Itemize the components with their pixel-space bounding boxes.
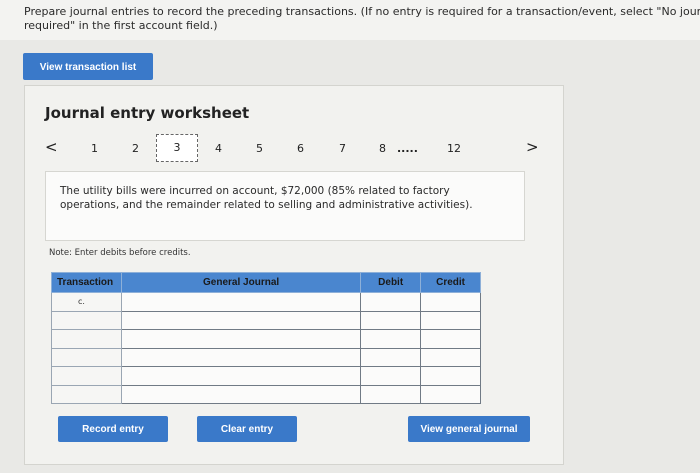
description-line-2: operations, and the remainder related to…	[60, 199, 473, 211]
table-row	[51, 329, 481, 349]
credit-input[interactable]	[420, 329, 481, 349]
credit-input[interactable]	[420, 366, 481, 386]
step-pager: < 1 2 3 4 5 6 7 8 ..... 12 >	[25, 134, 565, 164]
step-2[interactable]: 2	[132, 142, 139, 155]
table-row	[51, 310, 481, 330]
view-general-journal-button[interactable]: View general journal	[408, 416, 530, 442]
step-12[interactable]: 12	[447, 142, 461, 155]
account-input[interactable]	[120, 292, 362, 312]
table-row	[51, 366, 481, 386]
worksheet-title: Journal entry worksheet	[45, 104, 250, 122]
debit-input[interactable]	[360, 292, 422, 312]
table-row	[51, 384, 481, 404]
account-input[interactable]	[120, 384, 362, 404]
debit-input[interactable]	[360, 347, 422, 367]
transaction-cell	[51, 329, 122, 349]
step-8[interactable]: 8	[379, 142, 386, 155]
step-6[interactable]: 6	[297, 142, 304, 155]
journal-entry-worksheet: Journal entry worksheet < 1 2 3 4 5 6 7 …	[24, 85, 564, 465]
account-input[interactable]	[120, 366, 362, 386]
journal-table: Transaction General Journal Debit Credit…	[51, 272, 481, 404]
step-4[interactable]: 4	[215, 142, 222, 155]
debits-note: Note: Enter debits before credits.	[49, 248, 191, 258]
transaction-cell	[51, 366, 122, 386]
step-3-active[interactable]: 3	[156, 134, 198, 162]
account-input[interactable]	[120, 310, 362, 330]
account-input[interactable]	[120, 329, 362, 349]
view-transaction-list-button[interactable]: View transaction list	[23, 53, 153, 80]
debit-input[interactable]	[360, 329, 422, 349]
transaction-cell	[51, 384, 122, 404]
debit-input[interactable]	[360, 384, 422, 404]
header-credit: Credit	[420, 272, 481, 293]
instructions-line-1: Prepare journal entries to record the pr…	[24, 5, 700, 18]
header-general-journal: General Journal	[120, 272, 362, 293]
instructions: Prepare journal entries to record the pr…	[0, 0, 700, 40]
prev-step-icon[interactable]: <	[45, 138, 58, 156]
transaction-cell: c.	[51, 292, 122, 312]
transaction-description: The utility bills were incurred on accou…	[45, 171, 525, 241]
instructions-line-2: required" in the first account field.)	[24, 19, 218, 32]
record-entry-button[interactable]: Record entry	[58, 416, 168, 442]
header-transaction: Transaction	[51, 272, 122, 293]
account-input[interactable]	[120, 347, 362, 367]
description-line-1: The utility bills were incurred on accou…	[60, 185, 450, 197]
step-1[interactable]: 1	[91, 142, 98, 155]
credit-input[interactable]	[420, 310, 481, 330]
transaction-cell	[51, 310, 122, 330]
step-5[interactable]: 5	[256, 142, 263, 155]
credit-input[interactable]	[420, 292, 481, 312]
header-debit: Debit	[360, 272, 422, 293]
credit-input[interactable]	[420, 347, 481, 367]
credit-input[interactable]	[420, 384, 481, 404]
table-row: c.	[51, 292, 481, 312]
next-step-icon[interactable]: >	[526, 138, 539, 156]
step-7[interactable]: 7	[339, 142, 346, 155]
debit-input[interactable]	[360, 310, 422, 330]
clear-entry-button[interactable]: Clear entry	[197, 416, 297, 442]
debit-input[interactable]	[360, 366, 422, 386]
table-row	[51, 347, 481, 367]
transaction-cell	[51, 347, 122, 367]
step-ellipsis: .....	[397, 142, 418, 155]
